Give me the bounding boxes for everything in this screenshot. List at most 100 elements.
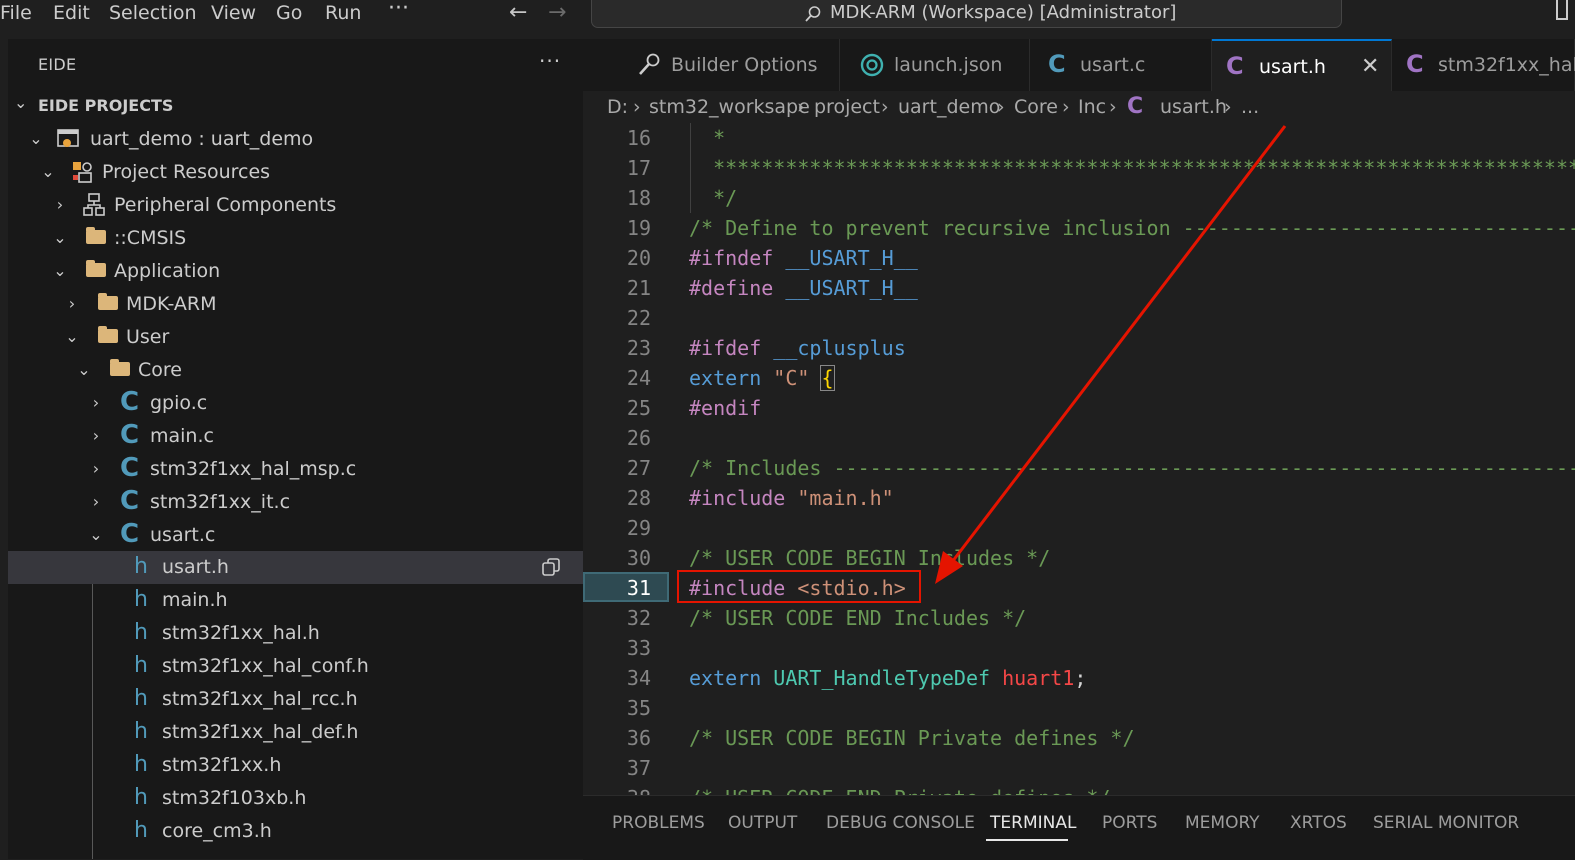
tree-item-hal-rcc-h[interactable]: h stm32f1xx_hal_rcc.h [8,683,583,716]
code-line[interactable]: 22 [583,303,1575,333]
line-number: 17 [626,156,651,180]
line-number: 23 [626,336,651,360]
breadcrumb-item[interactable]: D: [607,96,628,118]
tree-item-hal-conf-h[interactable]: h stm32f1xx_hal_conf.h [8,650,583,683]
tab-usart-c[interactable]: C usart.c [1030,39,1212,91]
code-line[interactable]: 16 * [583,123,1575,153]
menu-selection[interactable]: Selection [109,0,197,26]
menu-edit[interactable]: Edit [53,0,90,26]
breadcrumb-item[interactable]: Core [1014,96,1058,118]
breadcrumb-item[interactable]: ... [1241,96,1259,118]
code-line[interactable]: 32 /* USER CODE END Includes */ [583,603,1575,633]
tree-item-cmsis[interactable]: ⌄ ::CMSIS [8,222,583,255]
tree-item-main-c[interactable]: › C main.c [8,420,583,453]
breadcrumb-item[interactable]: project [814,96,880,118]
c-file-icon: C [120,486,140,516]
code-line[interactable]: 24 extern "C" { [583,363,1575,393]
breadcrumb-item[interactable]: uart_demo [898,96,1000,118]
forward-arrow-icon[interactable]: → [548,2,566,24]
code-line[interactable]: 23 #ifdef __cplusplus [583,333,1575,363]
close-icon[interactable]: ✕ [1361,54,1379,79]
panel-tab-ports[interactable]: PORTS [1102,813,1157,833]
chevron-right-icon: › [1224,96,1232,118]
tree-item-label: core_cm3.h [162,820,272,842]
code-token: /* USER CODE END Private defines */ [689,786,1110,795]
menu-run[interactable]: Run [325,0,361,26]
panel-tab-problems[interactable]: PROBLEMS [612,813,705,833]
code-editor[interactable]: 16 * 17 *********************************… [583,123,1575,795]
tree-item-gpio-c[interactable]: › C gpio.c [8,387,583,420]
panel-tab-serial-monitor[interactable]: SERIAL MONITOR [1373,813,1519,833]
tree-item-main-h[interactable]: h main.h [8,584,583,617]
tree-item-label: Application [114,260,221,282]
tree-item-usart-c[interactable]: ⌄ C usart.c [8,519,583,552]
panel-tab-output[interactable]: OUTPUT [728,813,797,833]
tree-item-label: stm32f1xx_hal_def.h [162,721,359,743]
tab-usart-h[interactable]: C usart.h ✕ [1212,39,1392,91]
tree-item-project-resources[interactable]: ⌄ Project Resources [8,156,583,189]
panel-tab-terminal[interactable]: TERMINAL [990,813,1076,833]
code-line[interactable]: 28 #include "main.h" [583,483,1575,513]
code-line[interactable]: 36 /* USER CODE BEGIN Private defines */ [583,723,1575,753]
tree-item-label: ::CMSIS [114,227,187,249]
tree-item-hal-def-h[interactable]: h stm32f1xx_hal_def.h [8,716,583,749]
code-line[interactable]: 35 [583,693,1575,723]
code-line[interactable]: 21 #define __USART_H__ [583,273,1575,303]
tree-item-application[interactable]: ⌄ Application [8,255,583,288]
code-line[interactable]: 20 #ifndef __USART_H__ [583,243,1575,273]
breadcrumb-item[interactable]: stm32_worksape [649,96,810,118]
tree-item-user[interactable]: ⌄ User [8,321,583,354]
tab-stm32f1xx-hal[interactable]: C stm32f1xx_hal_ [1392,39,1575,91]
code-line[interactable]: 29 [583,513,1575,543]
code-line[interactable]: 25 #endif [583,393,1575,423]
search-icon [805,6,821,22]
code-line[interactable]: 26 [583,423,1575,453]
command-center[interactable]: MDK-ARM (Workspace) [Administrator] [591,0,1342,28]
tree-item-label: stm32f1xx_hal.h [162,622,320,644]
tree-item-hal-h[interactable]: h stm32f1xx_hal.h [8,617,583,650]
panel-tab-debug-console[interactable]: DEBUG CONSOLE [826,813,975,833]
tree-item-usart-h[interactable]: h usart.h [8,551,583,584]
line-text: /* USER CODE BEGIN Private defines */ [689,726,1135,750]
code-line[interactable]: 37 [583,753,1575,783]
line-text: #ifndef __USART_H__ [689,246,918,270]
tree-item-core-cm3-h[interactable]: h core_cm3.h [8,815,583,848]
indent-guide [690,123,691,213]
menu-view[interactable]: View [211,0,256,26]
code-line[interactable]: 30 /* USER CODE BEGIN Includes */ [583,543,1575,573]
breadcrumb-item[interactable]: Inc [1078,96,1106,118]
layout-toggle-icon[interactable] [1556,0,1568,20]
tab-builder-options[interactable]: Builder Options [619,39,840,91]
tab-launch-json[interactable]: launch.json [840,39,1030,91]
code-line[interactable]: 18 */ [583,183,1575,213]
chevron-down-icon: ⌄ [14,93,28,112]
tree-item-peripheral-components[interactable]: › Peripheral Components [8,189,583,222]
menu-more-button[interactable]: ··· [388,0,409,22]
code-line[interactable]: 38 /* USER CODE END Private defines */ [583,783,1575,795]
panel-tab-xrtos[interactable]: XRTOS [1290,813,1347,833]
tree-item-hal-msp-c[interactable]: › C stm32f1xx_hal_msp.c [8,453,583,486]
line-number: 28 [626,486,651,510]
copy-icon[interactable] [541,557,561,577]
tree-item-uart-demo[interactable]: ⌄ uart_demo : uart_demo [8,123,583,156]
tree-item-label: usart.c [150,524,216,546]
code-line[interactable]: 17 *************************************… [583,153,1575,183]
tree-item-mdk-arm[interactable]: › MDK-ARM [8,288,583,321]
back-arrow-icon[interactable]: ← [509,2,527,24]
menu-go[interactable]: Go [276,0,302,26]
tree-item-it-c[interactable]: › C stm32f1xx_it.c [8,486,583,519]
tree-item-core[interactable]: ⌄ Core [8,354,583,387]
eide-projects-section[interactable]: ⌄ EIDE PROJECTS [8,91,583,121]
panel-tab-memory[interactable]: MEMORY [1185,813,1260,833]
code-line[interactable]: 27 /* Includes --------------------------… [583,453,1575,483]
folder-icon [86,227,106,244]
code-line[interactable]: 19 /* Define to prevent recursive inclusi… [583,213,1575,243]
breadcrumb-item[interactable]: usart.h [1160,96,1227,118]
tree-item-stm32f1xx-h[interactable]: h stm32f1xx.h [8,749,583,782]
sidebar-more-button[interactable]: ··· [539,49,561,73]
code-line[interactable]: 33 [583,633,1575,663]
code-line[interactable]: 34 extern UART_HandleTypeDef huart1; [583,663,1575,693]
tree-item-stm32f103xb-h[interactable]: h stm32f103xb.h [8,782,583,815]
menu-file[interactable]: File [0,0,32,26]
